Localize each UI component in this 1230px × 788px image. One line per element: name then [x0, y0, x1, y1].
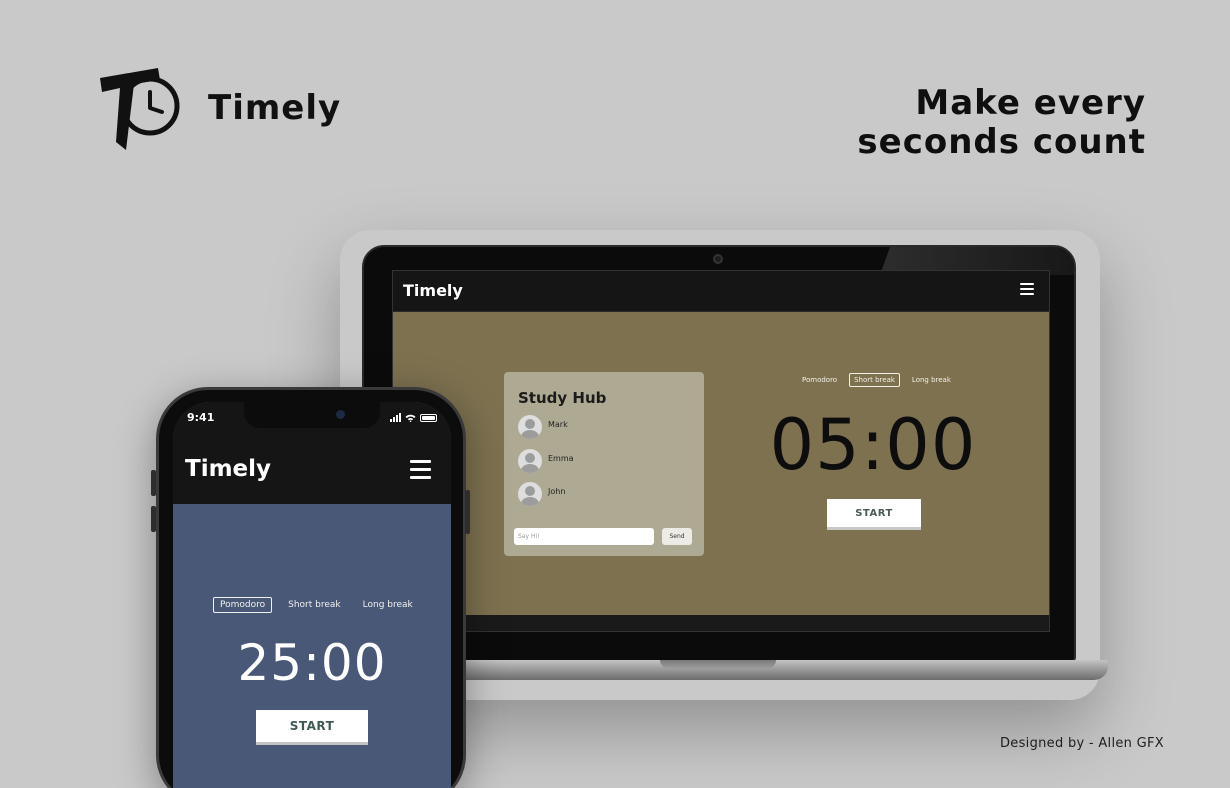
study-hub-title: Study Hub	[518, 389, 607, 407]
phone-power-button	[465, 490, 470, 534]
hub-user-john[interactable]: John	[518, 482, 688, 506]
hub-user-name: Emma	[548, 454, 574, 463]
tab-pomodoro[interactable]: Pomodoro	[213, 597, 273, 613]
phone-camera-icon	[336, 410, 345, 419]
brand-name: Timely	[208, 88, 342, 128]
tab-long-break[interactable]: Long break	[357, 598, 419, 612]
phone-screen: 9:41 Timely Pomodoro Short break Long br…	[173, 402, 451, 788]
laptop-app-title[interactable]: Timely	[403, 281, 463, 300]
laptop-timer-tabs: Pomodoro Short break Long break	[798, 372, 955, 388]
laptop-screen: Timely Study Hub Mark Emma John Send Pom…	[392, 270, 1050, 632]
timely-logo-icon	[100, 68, 180, 150]
hub-user-emma[interactable]: Emma	[518, 449, 688, 473]
tab-pomodoro[interactable]: Pomodoro	[798, 374, 841, 386]
avatar-icon	[518, 415, 542, 439]
laptop-navbar: Timely	[393, 271, 1049, 312]
phone-timer-tabs: Pomodoro Short break Long break	[213, 597, 419, 613]
chat-input[interactable]	[514, 528, 654, 545]
battery-icon	[420, 414, 437, 422]
tab-short-break[interactable]: Short break	[282, 598, 347, 612]
hub-user-name: Mark	[548, 420, 568, 429]
hamburger-menu-icon[interactable]	[1020, 283, 1034, 296]
send-button[interactable]: Send	[662, 528, 692, 545]
study-hub-panel: Study Hub Mark Emma John Send	[504, 372, 704, 556]
laptop-footer-bar	[393, 615, 1049, 631]
laptop-hinge-notch	[660, 660, 776, 668]
tagline-line-1: Make every	[915, 83, 1146, 123]
avatar-icon	[518, 449, 542, 473]
hub-user-mark[interactable]: Mark	[518, 415, 688, 439]
start-button[interactable]: START	[827, 499, 921, 527]
wifi-icon	[405, 414, 416, 422]
hamburger-menu-icon[interactable]	[410, 460, 431, 479]
hub-user-name: John	[548, 487, 566, 496]
phone-volume-button	[151, 506, 156, 532]
status-bar-icons	[390, 413, 437, 422]
phone-app-title[interactable]: Timely	[185, 456, 271, 482]
tagline: Make every seconds count	[857, 84, 1146, 162]
signal-icon	[390, 413, 401, 422]
phone-timer-display: 25:00	[237, 634, 387, 692]
tab-short-break[interactable]: Short break	[849, 373, 900, 387]
phone-volume-button	[151, 470, 156, 496]
status-bar-time: 9:41	[187, 411, 215, 424]
tab-long-break[interactable]: Long break	[908, 374, 955, 386]
start-button[interactable]: START	[256, 710, 368, 742]
laptop-timer-display: 05:00	[769, 404, 977, 486]
phone-notch	[244, 402, 380, 428]
phone-navbar: 9:41 Timely	[173, 402, 451, 504]
tagline-line-2: seconds count	[857, 122, 1146, 162]
avatar-icon	[518, 482, 542, 506]
designer-credit: Designed by - Allen GFX	[999, 736, 1164, 751]
laptop-camera-icon	[713, 254, 723, 264]
